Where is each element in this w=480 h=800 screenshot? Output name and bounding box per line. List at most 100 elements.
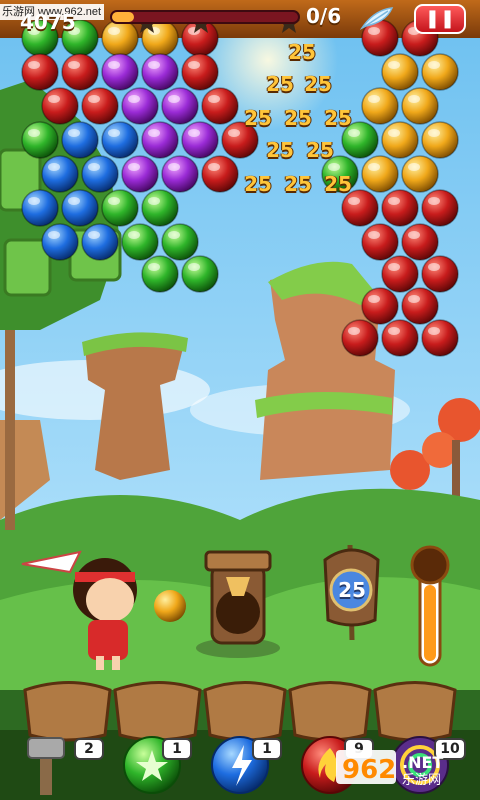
bubble xyxy=(381,255,419,293)
loaded-bubble xyxy=(154,590,186,622)
bubble-highlight xyxy=(148,61,160,69)
bubble-highlight xyxy=(388,129,400,137)
pause-button[interactable]: ❚❚ xyxy=(414,4,466,34)
bubble xyxy=(81,87,119,125)
bubble xyxy=(121,87,159,125)
bubble-highlight xyxy=(188,263,200,271)
bubble xyxy=(381,319,419,357)
bubble-highlight xyxy=(88,231,100,239)
bubble-highlight xyxy=(88,95,100,103)
bubble xyxy=(101,121,139,159)
bubble-highlight xyxy=(328,163,340,171)
bubble xyxy=(421,53,459,91)
powerup-count-lightning: 1 xyxy=(252,738,282,760)
bubble-highlight xyxy=(388,263,400,271)
bubble-highlight xyxy=(148,129,160,137)
bubble xyxy=(401,223,439,261)
bubble-highlight xyxy=(88,163,100,171)
bubble-highlight xyxy=(348,129,360,137)
bubble xyxy=(361,223,399,261)
score-pop: 25 xyxy=(288,40,316,64)
bubble xyxy=(181,255,219,293)
bubble-highlight xyxy=(208,163,220,171)
bubble-highlight xyxy=(368,163,380,171)
bubble-highlight xyxy=(428,197,440,205)
logo-brand: 962 xyxy=(342,755,396,785)
bubble xyxy=(81,223,119,261)
bubble xyxy=(161,87,199,125)
bubble-highlight xyxy=(168,163,180,171)
bubble xyxy=(21,53,59,91)
bubble xyxy=(61,53,99,91)
bubble xyxy=(361,87,399,125)
score-pop: 25 xyxy=(304,72,332,96)
bubble-highlight xyxy=(428,327,440,335)
bubble-highlight xyxy=(108,61,120,69)
bubble-highlight xyxy=(48,95,60,103)
bubble-highlight xyxy=(148,197,160,205)
bubble xyxy=(421,319,459,357)
bubble xyxy=(401,287,439,325)
bubble-highlight xyxy=(128,231,140,239)
bubble xyxy=(401,155,439,193)
bubble xyxy=(101,189,139,227)
bubble xyxy=(21,189,59,227)
score-pop: 25 xyxy=(324,106,352,130)
bubble-highlight xyxy=(68,197,80,205)
bubble xyxy=(421,189,459,227)
bubble-highlight xyxy=(108,129,120,137)
bubble xyxy=(161,223,199,261)
bubble xyxy=(121,223,159,261)
bubble xyxy=(21,121,59,159)
bubble-highlight xyxy=(428,129,440,137)
bubble xyxy=(381,189,419,227)
bubble xyxy=(421,255,459,293)
bubble-highlight xyxy=(128,95,140,103)
bubble-highlight xyxy=(368,231,380,239)
logo-sub: 乐游网 xyxy=(402,773,441,788)
bubble xyxy=(61,121,99,159)
progress-bar xyxy=(110,10,300,24)
bubble xyxy=(41,223,79,261)
bubble xyxy=(161,155,199,193)
bubble-highlight xyxy=(28,61,40,69)
bubble-highlight xyxy=(68,61,80,69)
score-value: 4075 xyxy=(20,10,76,34)
bubble-highlight xyxy=(68,129,80,137)
bubble-highlight xyxy=(428,263,440,271)
baskets xyxy=(23,681,457,742)
powerup-count-green-star: 1 xyxy=(162,738,192,760)
bubble xyxy=(361,155,399,193)
bubble-highlight xyxy=(348,327,360,335)
bubble-highlight xyxy=(108,197,120,205)
bubble-highlight xyxy=(28,129,40,137)
bubble-highlight xyxy=(388,61,400,69)
bubble xyxy=(141,121,179,159)
bubble-highlight xyxy=(408,163,420,171)
bubble-highlight xyxy=(168,95,180,103)
cannon-badge: 25 xyxy=(338,578,366,602)
bubble-highlight xyxy=(128,163,140,171)
bubble-highlight xyxy=(388,197,400,205)
bubble-highlight xyxy=(208,95,220,103)
bubble xyxy=(341,319,379,357)
bubble-highlight xyxy=(48,231,60,239)
score-pop: 25 xyxy=(306,138,334,162)
bubble xyxy=(41,87,79,125)
bubble-highlight xyxy=(48,163,60,171)
bubble xyxy=(361,287,399,325)
bubble-highlight xyxy=(348,197,360,205)
bubble-highlight xyxy=(408,95,420,103)
bubble-highlight xyxy=(428,61,440,69)
bubble xyxy=(381,53,419,91)
bubble xyxy=(121,155,159,193)
bubble-highlight xyxy=(368,95,380,103)
bubble xyxy=(101,53,139,91)
bubble xyxy=(141,255,179,293)
bubble-highlight xyxy=(408,231,420,239)
bubble-highlight xyxy=(408,295,420,303)
pause-icon: ❚❚ xyxy=(424,8,456,29)
bubble-highlight xyxy=(368,295,380,303)
bubble-highlight xyxy=(188,129,200,137)
feather-icon xyxy=(360,7,394,30)
